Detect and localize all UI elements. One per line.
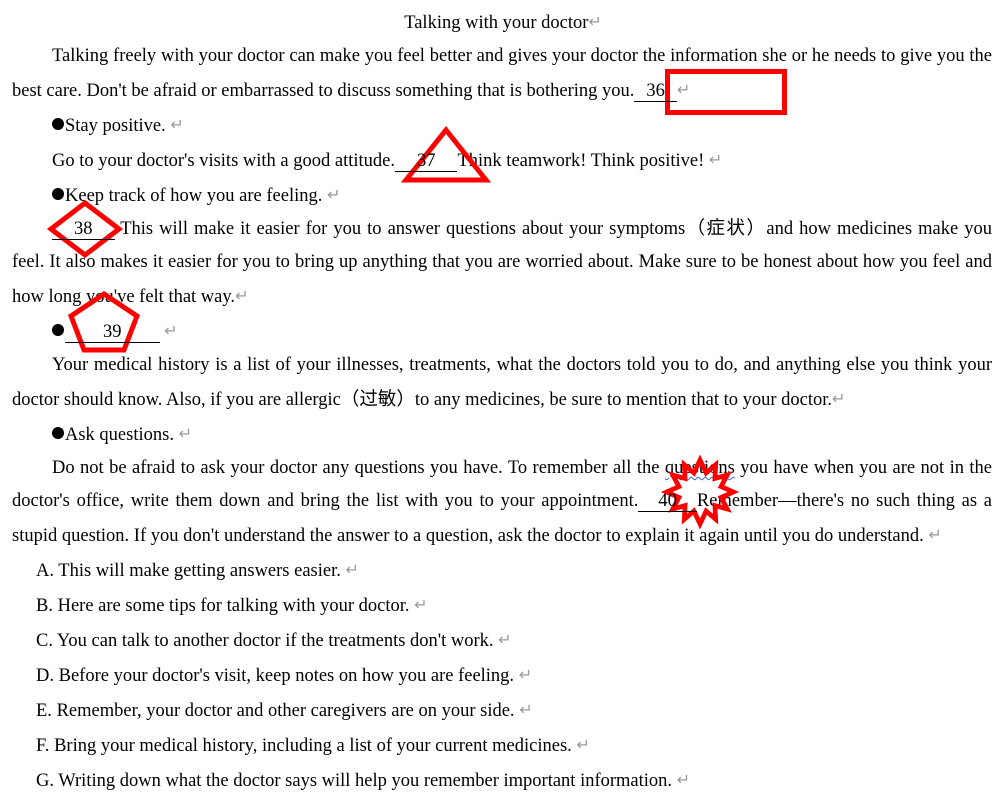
paragraph-return-icon: ↵ xyxy=(519,700,533,719)
paragraph-return-icon: ↵ xyxy=(518,665,533,684)
blank-37[interactable]: 37 xyxy=(394,151,458,172)
option-c-text: You can talk to another doctor if the tr… xyxy=(56,631,494,651)
paragraph-return-icon: ↵ xyxy=(588,12,602,31)
option-g-letter: G. xyxy=(36,771,54,791)
paragraph-return-icon: ↵ xyxy=(576,735,590,754)
option-g[interactable]: G. Writing down what the doctor says wil… xyxy=(0,763,1006,798)
option-d-letter: D. xyxy=(36,666,54,686)
option-f[interactable]: F. Bring your medical history, including… xyxy=(0,728,1006,763)
blank-39-number: 39 xyxy=(103,322,122,342)
paragraph-return-icon: ↵ xyxy=(414,595,428,614)
paragraph-return-icon: ↵ xyxy=(832,389,846,408)
option-d-text: Before your doctor's visit, keep notes o… xyxy=(58,666,515,686)
option-b-text: Here are some tips for talking with your… xyxy=(57,596,410,616)
bullet-dot-icon xyxy=(52,427,64,439)
option-a-text: This will make getting answers easier. xyxy=(58,561,341,581)
paragraph-ask-questions-text-a: Do not be afraid to ask your doctor any … xyxy=(52,458,665,478)
bullet-dot-icon xyxy=(52,118,64,130)
option-e[interactable]: E. Remember, your doctor and other careg… xyxy=(0,693,1006,728)
paragraph-return-icon: ↵ xyxy=(235,286,249,305)
paragraph-attitude: Go to your doctor's visits with a good a… xyxy=(0,143,1006,178)
paragraph-return-icon: ↵ xyxy=(676,770,691,789)
option-b-letter: B. xyxy=(36,596,53,616)
option-d[interactable]: D. Before your doctor's visit, keep note… xyxy=(0,658,1006,693)
blank-38-number: 38 xyxy=(74,219,93,239)
blank-39[interactable]: 39 xyxy=(65,322,160,343)
paragraph-medical-history: Your medical history is a list of your i… xyxy=(0,349,1006,417)
spellcheck-word-questions: questions xyxy=(664,458,735,478)
paragraph-return-icon: ↵ xyxy=(178,424,192,443)
page-title: Talking with your doctor↵ xyxy=(0,5,1006,40)
paragraph-return-icon: ↵ xyxy=(708,150,723,169)
paragraph-return-icon: ↵ xyxy=(164,321,178,340)
blank-40[interactable]: 40 xyxy=(638,491,697,512)
bullet-item-keep-track-text: Keep track of how you are feeling. xyxy=(65,186,323,206)
paragraph-return-icon: ↵ xyxy=(170,115,184,134)
paragraph-ask-questions-body: Do not be afraid to ask your doctor any … xyxy=(0,452,1006,553)
paragraph-return-icon: ↵ xyxy=(498,630,512,649)
paragraph-return-icon: ↵ xyxy=(326,185,341,204)
blank-36[interactable]: 36 xyxy=(634,81,677,102)
option-f-letter: F. xyxy=(36,736,50,756)
option-c[interactable]: C. You can talk to another doctor if the… xyxy=(0,623,1006,658)
option-a-letter: A. xyxy=(36,561,54,581)
paragraph-attitude-text-b: Think teamwork! Think positive! xyxy=(457,151,705,171)
bullet-dot-icon xyxy=(52,188,64,200)
bullet-item-stay-positive: Stay positive. ↵ xyxy=(0,108,1006,143)
option-g-text: Writing down what the doctor says will h… xyxy=(58,771,673,791)
paragraph-intro-text: Talking freely with your doctor can make… xyxy=(12,46,992,101)
paragraph-return-icon: ↵ xyxy=(345,560,359,579)
paragraph-symptoms: 38 This will make it easier for you to a… xyxy=(0,213,1006,314)
document-page: Talking with your doctor↵ Talking freely… xyxy=(0,5,1006,791)
bullet-item-stay-positive-text: Stay positive. xyxy=(65,116,166,136)
option-b[interactable]: B. Here are some tips for talking with y… xyxy=(0,588,1006,623)
blank-38[interactable]: 38 xyxy=(52,219,115,240)
bullet-item-ask-questions-text: Ask questions. xyxy=(65,425,174,445)
blank-37-number: 37 xyxy=(416,151,436,171)
option-e-text: Remember, your doctor and other caregive… xyxy=(56,701,515,721)
bullet-dot-icon xyxy=(52,324,64,336)
paragraph-symptoms-text: This will make it easier for you to answ… xyxy=(12,219,992,307)
bullet-item-keep-track: Keep track of how you are feeling. ↵ xyxy=(0,178,1006,213)
bullet-item-blank-39: 39 ↵ xyxy=(0,314,1006,349)
option-f-text: Bring your medical history, including a … xyxy=(54,736,572,756)
blank-36-number: 36 xyxy=(646,81,665,101)
blank-40-number: 40 xyxy=(658,491,677,511)
option-a[interactable]: A. This will make getting answers easier… xyxy=(0,553,1006,588)
page-title-text: Talking with your doctor xyxy=(404,13,589,33)
paragraph-attitude-text-a: Go to your doctor's visits with a good a… xyxy=(52,151,395,171)
paragraph-return-icon: ↵ xyxy=(676,80,691,99)
bullet-item-ask-questions: Ask questions. ↵ xyxy=(0,417,1006,452)
option-c-letter: C. xyxy=(36,631,53,651)
option-e-letter: E. xyxy=(36,701,52,721)
paragraph-return-icon: ↵ xyxy=(928,525,942,544)
paragraph-intro: Talking freely with your doctor can make… xyxy=(0,40,1006,108)
